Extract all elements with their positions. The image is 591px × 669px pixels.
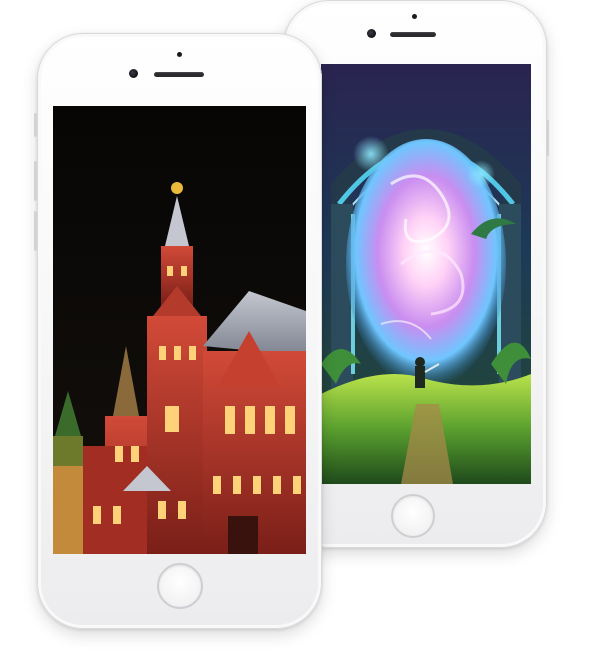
- mute-switch: [34, 113, 37, 137]
- earpiece-speaker: [390, 32, 436, 37]
- earpiece-speaker: [154, 72, 204, 77]
- proximity-sensor: [412, 14, 417, 19]
- back-phone-screen: [321, 64, 531, 484]
- volume-down-button: [34, 211, 37, 251]
- volume-up-button: [34, 161, 37, 201]
- fantasy-portal-wallpaper: [321, 64, 531, 484]
- front-camera-icon: [367, 29, 376, 38]
- back-phone: [280, 0, 549, 548]
- home-button: [157, 563, 203, 609]
- front-phone: [34, 33, 322, 629]
- moscow-museum-wallpaper: [53, 106, 306, 554]
- phone-mockup-showcase: [0, 0, 591, 669]
- front-camera-icon: [129, 69, 138, 78]
- home-button: [391, 494, 435, 538]
- front-phone-screen: [53, 106, 306, 554]
- power-button: [546, 120, 549, 156]
- proximity-sensor: [177, 52, 182, 57]
